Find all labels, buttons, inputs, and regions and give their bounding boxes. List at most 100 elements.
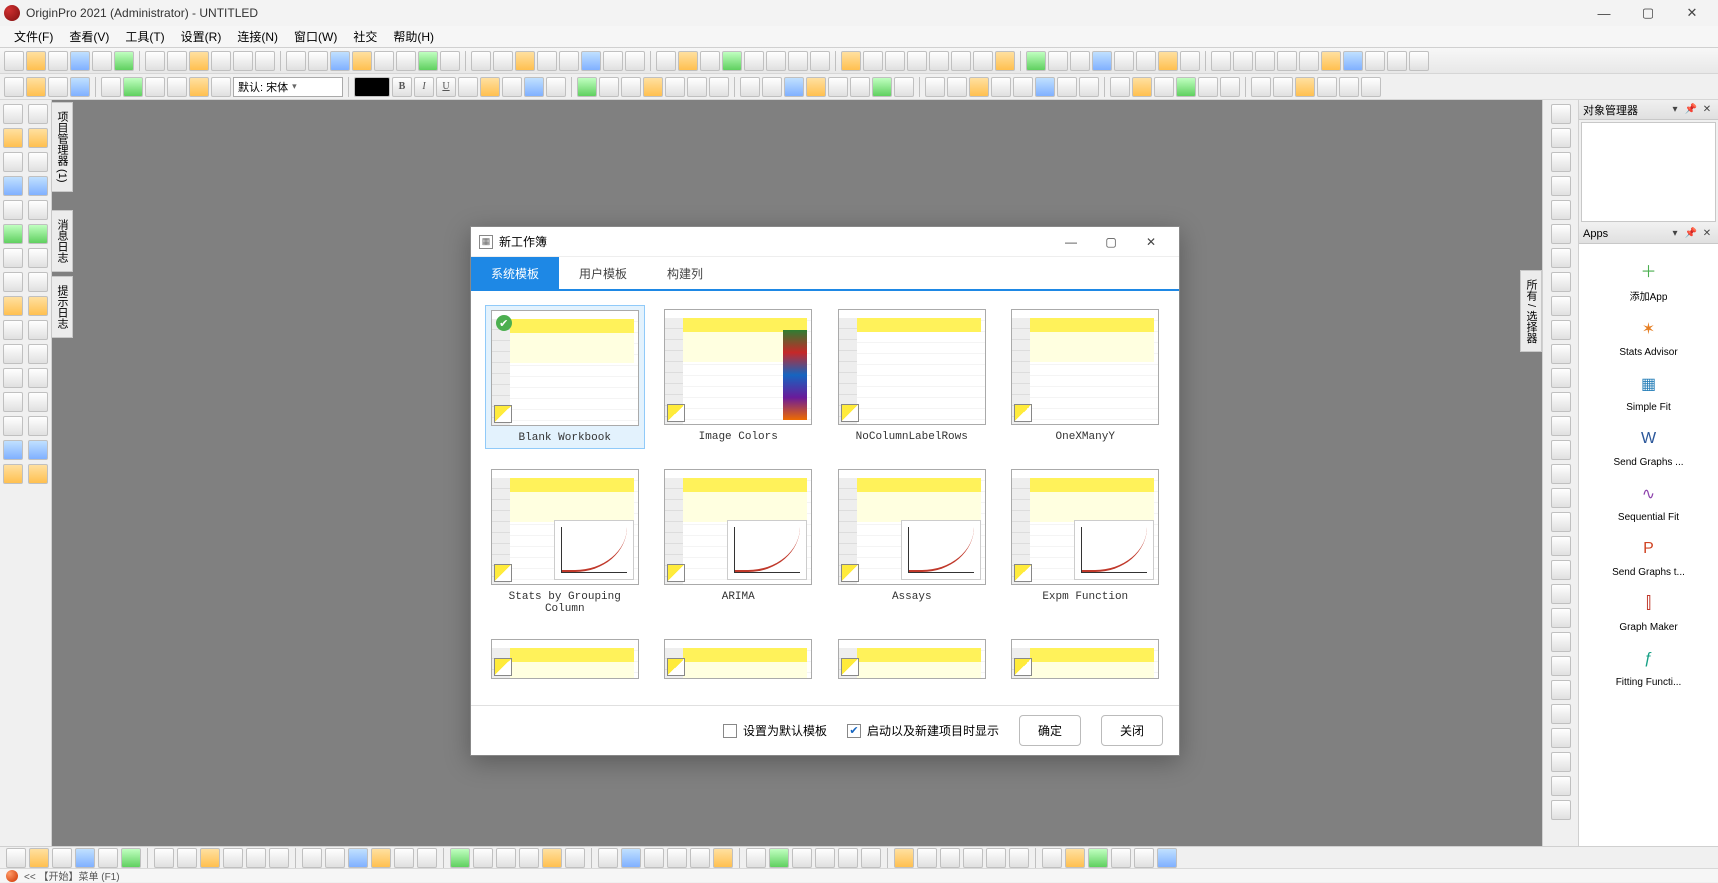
- toolbar-button[interactable]: [418, 51, 438, 71]
- template-item[interactable]: Expm Function: [1006, 465, 1166, 619]
- app-item[interactable]: ✶Stats Advisor: [1581, 309, 1716, 364]
- toolbar-button[interactable]: [1057, 77, 1077, 97]
- toolbar-button[interactable]: [762, 77, 782, 97]
- toolbar-button[interactable]: [1551, 248, 1571, 268]
- menu-item[interactable]: 社交: [345, 26, 385, 47]
- toolbar-button[interactable]: [598, 848, 618, 868]
- toolbar-button[interactable]: [1551, 536, 1571, 556]
- toolbar-button[interactable]: [1551, 704, 1571, 724]
- toolbar-button[interactable]: [52, 848, 72, 868]
- toolbar-button[interactable]: [1551, 344, 1571, 364]
- toolbar-button[interactable]: [1551, 584, 1571, 604]
- toolbar-button[interactable]: [1048, 51, 1068, 71]
- toolbar-button[interactable]: [28, 296, 48, 316]
- toolbar-button[interactable]: [722, 51, 742, 71]
- toolbar-button[interactable]: [28, 176, 48, 196]
- toolbar-button[interactable]: [806, 77, 826, 97]
- toolbar-button[interactable]: [1079, 77, 1099, 97]
- toolbar-button[interactable]: [114, 51, 134, 71]
- toolbar-button[interactable]: [850, 77, 870, 97]
- toolbar-button[interactable]: [746, 848, 766, 868]
- toolbar-button[interactable]: [211, 51, 231, 71]
- toolbar-button[interactable]: [28, 152, 48, 172]
- toolbar-button[interactable]: [121, 848, 141, 868]
- toolbar-button[interactable]: [1180, 51, 1200, 71]
- left-tab-project-explorer[interactable]: 项目管理器 (1): [51, 102, 73, 192]
- toolbar-button[interactable]: [302, 848, 322, 868]
- panel-pin-icon[interactable]: 📌: [1684, 103, 1698, 117]
- toolbar-button[interactable]: [1065, 848, 1085, 868]
- menu-item[interactable]: 帮助(H): [385, 26, 442, 47]
- color-picker[interactable]: [354, 77, 390, 97]
- toolbar-button[interactable]: [70, 51, 90, 71]
- toolbar-button[interactable]: [769, 848, 789, 868]
- toolbar-button[interactable]: [3, 368, 23, 388]
- toolbar-button[interactable]: [1026, 51, 1046, 71]
- toolbar-button[interactable]: [28, 272, 48, 292]
- toolbar-button[interactable]: [515, 51, 535, 71]
- toolbar-button[interactable]: [792, 848, 812, 868]
- toolbar-button[interactable]: [1277, 51, 1297, 71]
- ok-button[interactable]: 确定: [1019, 715, 1081, 746]
- app-item[interactable]: ＋添加App: [1581, 250, 1716, 309]
- toolbar-button[interactable]: [167, 77, 187, 97]
- template-item[interactable]: ARIMA: [659, 465, 819, 619]
- toolbar-button[interactable]: [565, 848, 585, 868]
- toolbar-button[interactable]: [123, 77, 143, 97]
- toolbar-button[interactable]: [925, 77, 945, 97]
- toolbar-button[interactable]: [1551, 224, 1571, 244]
- toolbar-button[interactable]: [1154, 77, 1174, 97]
- toolbar-button[interactable]: [3, 128, 23, 148]
- toolbar-button[interactable]: [396, 51, 416, 71]
- toolbar-button[interactable]: [1551, 464, 1571, 484]
- window-maximize-button[interactable]: ▢: [1626, 0, 1670, 26]
- toolbar-button[interactable]: [6, 848, 26, 868]
- toolbar-button[interactable]: [872, 77, 892, 97]
- toolbar-button[interactable]: [1551, 368, 1571, 388]
- toolbar-button[interactable]: [1551, 752, 1571, 772]
- toolbar-button[interactable]: [233, 51, 253, 71]
- toolbar-button[interactable]: [542, 848, 562, 868]
- template-item[interactable]: Stats by Grouping Column: [485, 465, 645, 619]
- toolbar-button[interactable]: [1551, 656, 1571, 676]
- toolbar-button[interactable]: [1551, 392, 1571, 412]
- toolbar-button[interactable]: [3, 440, 23, 460]
- toolbar-button[interactable]: [744, 51, 764, 71]
- dialog-minimize-button[interactable]: —: [1051, 227, 1091, 257]
- toolbar-button[interactable]: [740, 77, 760, 97]
- toolbar-button[interactable]: [1551, 176, 1571, 196]
- toolbar-button[interactable]: [559, 51, 579, 71]
- template-item[interactable]: ✔Blank Workbook: [485, 305, 645, 449]
- toolbar-button[interactable]: [810, 51, 830, 71]
- toolbar-button[interactable]: [26, 51, 46, 71]
- toolbar-button[interactable]: [28, 248, 48, 268]
- toolbar-button[interactable]: [1157, 848, 1177, 868]
- toolbar-button[interactable]: [1551, 272, 1571, 292]
- toolbar-button[interactable]: [1551, 728, 1571, 748]
- toolbar-button[interactable]: [524, 77, 544, 97]
- toolbar-button[interactable]: [907, 51, 927, 71]
- toolbar-button[interactable]: [3, 344, 23, 364]
- template-item[interactable]: OneXManyY: [1006, 305, 1166, 449]
- toolbar-button[interactable]: [894, 77, 914, 97]
- dialog-tab[interactable]: 用户模板: [559, 257, 647, 289]
- toolbar-button[interactable]: [951, 51, 971, 71]
- toolbar-button[interactable]: [1088, 848, 1108, 868]
- toolbar-button[interactable]: [1551, 632, 1571, 652]
- toolbar-button[interactable]: [599, 77, 619, 97]
- toolbar-button[interactable]: [1255, 51, 1275, 71]
- toolbar-button[interactable]: [537, 51, 557, 71]
- toolbar-button[interactable]: [325, 848, 345, 868]
- toolbar-button[interactable]: [75, 848, 95, 868]
- toolbar-button[interactable]: [450, 848, 470, 868]
- toolbar-button[interactable]: [4, 77, 24, 97]
- toolbar-button[interactable]: [546, 77, 566, 97]
- toolbar-button[interactable]: [352, 51, 372, 71]
- toolbar-button[interactable]: [1299, 51, 1319, 71]
- toolbar-button[interactable]: [1339, 77, 1359, 97]
- toolbar-button[interactable]: [3, 152, 23, 172]
- toolbar-button[interactable]: [656, 51, 676, 71]
- toolbar-button[interactable]: [286, 51, 306, 71]
- toolbar-button[interactable]: [1092, 51, 1112, 71]
- toolbar-button[interactable]: [3, 296, 23, 316]
